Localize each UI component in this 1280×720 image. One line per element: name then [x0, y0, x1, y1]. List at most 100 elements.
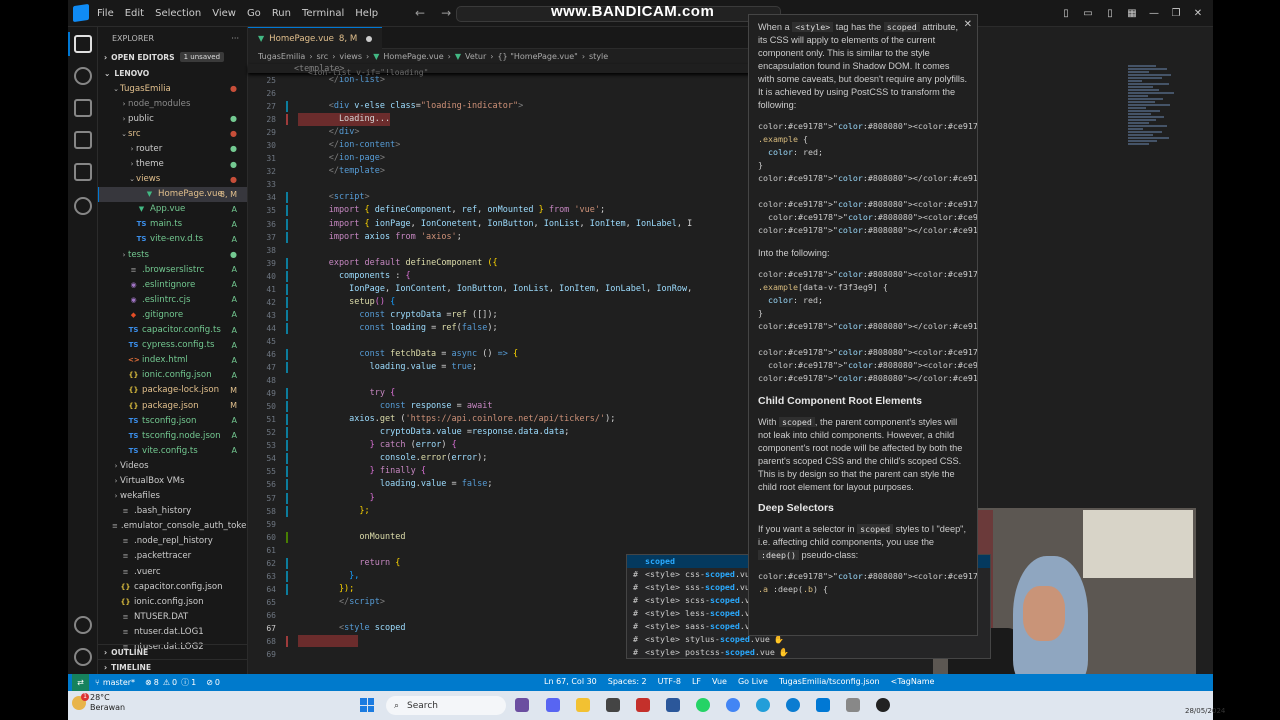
git-gutter-marker[interactable]	[286, 557, 288, 569]
suggestion-item[interactable]: # <style> postcss-scoped.vue ✋	[627, 646, 990, 659]
code-line[interactable]: 59	[248, 518, 815, 531]
tree-item[interactable]: › public ●	[98, 111, 247, 126]
breadcrumb-item[interactable]: src	[317, 52, 329, 61]
tree-item[interactable]: › router ●	[98, 141, 247, 156]
breadcrumb-item[interactable]: TugasEmilia	[258, 52, 305, 61]
code-line[interactable]: 40 components : {	[248, 270, 815, 283]
sticky-scroll[interactable]: <template> <ion-list v-if="!loading"	[248, 64, 815, 77]
tree-item[interactable]: ⌄ src ●	[98, 126, 247, 141]
tab-homepage-vue[interactable]: ▼ HomePage.vue 8, M	[248, 27, 383, 49]
layout-sidebar-icon[interactable]: ▯	[1059, 8, 1073, 19]
unsaved-dot-icon[interactable]	[366, 35, 373, 42]
encoding[interactable]: UTF-8	[658, 677, 681, 686]
git-gutter-marker[interactable]	[286, 362, 288, 374]
breadcrumb-item[interactable]: {} "HomePage.vue"	[497, 52, 577, 61]
menu-terminal[interactable]: Terminal	[302, 8, 344, 19]
breadcrumb-item[interactable]: views	[339, 52, 362, 61]
git-gutter-marker[interactable]	[286, 479, 288, 491]
menu-edit[interactable]: Edit	[125, 8, 144, 19]
tree-item[interactable]: TS vite-env.d.ts A	[98, 232, 247, 247]
tree-item[interactable]: › node_modules	[98, 96, 247, 111]
tree-item[interactable]: › VirtualBox VMs	[98, 473, 247, 488]
tree-item[interactable]: ⌄ views ●	[98, 172, 247, 187]
ports-count[interactable]: 0	[215, 678, 220, 687]
code-line[interactable]: 56 loading.value = false;	[248, 478, 815, 491]
tree-item[interactable]: TS vite.config.ts A	[98, 443, 247, 458]
customize-layout-icon[interactable]: ▦	[1125, 8, 1139, 19]
tree-item[interactable]: ≡ .bash_history	[98, 504, 247, 519]
tree-item[interactable]: ◉ .eslintrc.cjs A	[98, 292, 247, 307]
maximize-icon[interactable]: ❐	[1169, 8, 1183, 19]
git-gutter-marker[interactable]	[286, 205, 288, 217]
tree-item[interactable]: ≡ .vuerc	[98, 564, 247, 579]
code-line[interactable]: 36 import { ionPage, IonConetent, IonBut…	[248, 218, 815, 231]
menu-go[interactable]: Go	[247, 8, 261, 19]
close-icon[interactable]: ✕	[1191, 8, 1205, 19]
git-gutter-marker[interactable]	[286, 192, 288, 204]
git-gutter-marker[interactable]	[286, 636, 288, 648]
outline-section[interactable]: › OUTLINE	[98, 644, 247, 659]
file-explorer-icon[interactable]	[576, 698, 590, 712]
git-gutter-marker[interactable]	[286, 309, 288, 321]
code-line[interactable]: 52 cryptoData.value =response.data.data;	[248, 426, 815, 439]
language-mode[interactable]: Vue	[712, 677, 727, 686]
code-line[interactable]: 47 loading.value = true;	[248, 361, 815, 374]
code-line[interactable]: 37 import axios from 'axios';	[248, 231, 815, 244]
layout-secondary-icon[interactable]: ▯	[1103, 8, 1117, 19]
code-line[interactable]: 35 import { defineComponent, ref, onMoun…	[248, 204, 815, 217]
run-debug-icon[interactable]	[74, 131, 92, 149]
tree-item[interactable]: › tests ●	[98, 247, 247, 262]
taskview-icon[interactable]	[515, 698, 529, 712]
code-line[interactable]: 38	[248, 244, 815, 257]
git-gutter-marker[interactable]	[286, 505, 288, 517]
tsconfig-indicator[interactable]: TugasEmilia/tsconfig.json	[779, 677, 880, 686]
acrobat-icon[interactable]	[636, 698, 650, 712]
store-icon[interactable]	[606, 698, 620, 712]
git-gutter-marker[interactable]	[286, 466, 288, 478]
tree-item[interactable]: ▼ App.vue A	[98, 202, 247, 217]
git-gutter-marker[interactable]	[286, 492, 288, 504]
code-line[interactable]: 31 </ion-page>	[248, 152, 815, 165]
git-gutter-marker[interactable]	[286, 231, 288, 243]
tree-item[interactable]: {} package-lock.json M	[98, 383, 247, 398]
more-actions-icon[interactable]: ···	[231, 34, 239, 43]
code-line[interactable]: 45	[248, 335, 815, 348]
code-line[interactable]: 60 onMounted	[248, 531, 815, 544]
telegram-icon[interactable]	[756, 698, 770, 712]
tree-item[interactable]: ▼ HomePage.vue 8, M	[98, 186, 247, 202]
source-control-icon[interactable]	[74, 99, 92, 117]
tree-item[interactable]: ≡ .browserslistrc A	[98, 262, 247, 277]
extensions-icon[interactable]	[74, 163, 92, 181]
code-line[interactable]: 54 console.error(error);	[248, 452, 815, 465]
git-gutter-marker[interactable]	[286, 257, 288, 269]
menu-run[interactable]: Run	[272, 8, 291, 19]
remote-explorer-icon[interactable]	[74, 197, 92, 215]
tree-item[interactable]: {} capacitor.config.json	[98, 579, 247, 594]
close-icon[interactable]: ✕	[964, 18, 972, 31]
tree-item[interactable]: ◆ .gitignore A	[98, 307, 247, 322]
workspace-root[interactable]: ⌄ LENOVO	[98, 65, 247, 81]
tree-item[interactable]: TS tsconfig.json A	[98, 413, 247, 428]
tree-item[interactable]: › Videos	[98, 458, 247, 473]
code-line[interactable]: 28 Loading...	[248, 113, 815, 127]
git-gutter-marker[interactable]	[286, 322, 288, 334]
code-line[interactable]: 33	[248, 178, 815, 191]
taskbar-search[interactable]: ⌕ Search	[386, 696, 506, 715]
go-live-button[interactable]: Go Live	[738, 677, 768, 686]
error-count[interactable]: 8	[154, 678, 159, 687]
menu-file[interactable]: File	[97, 8, 114, 19]
bandicam-icon[interactable]	[876, 698, 890, 712]
code-line[interactable]: 30 </ion-content>	[248, 139, 815, 152]
tree-item[interactable]: ◉ .eslintignore A	[98, 277, 247, 292]
account-icon[interactable]	[74, 616, 92, 634]
code-line[interactable]: 42 setup() {	[248, 296, 815, 309]
code-line[interactable]: 53 } catch (error) {	[248, 439, 815, 452]
git-gutter-marker[interactable]	[286, 453, 288, 465]
tree-item[interactable]: {} ionic.config.json	[98, 594, 247, 609]
windows-start-icon[interactable]	[360, 698, 374, 712]
indentation[interactable]: Spaces: 2	[608, 677, 647, 686]
code-line[interactable]: 27 <div v-else class="loading-indicator"…	[248, 100, 815, 113]
git-gutter-marker[interactable]	[286, 114, 288, 126]
code-line[interactable]: 39 export default defineComponent ({	[248, 257, 815, 270]
tree-item[interactable]: ⌄ TugasEmilia ●	[98, 81, 247, 96]
